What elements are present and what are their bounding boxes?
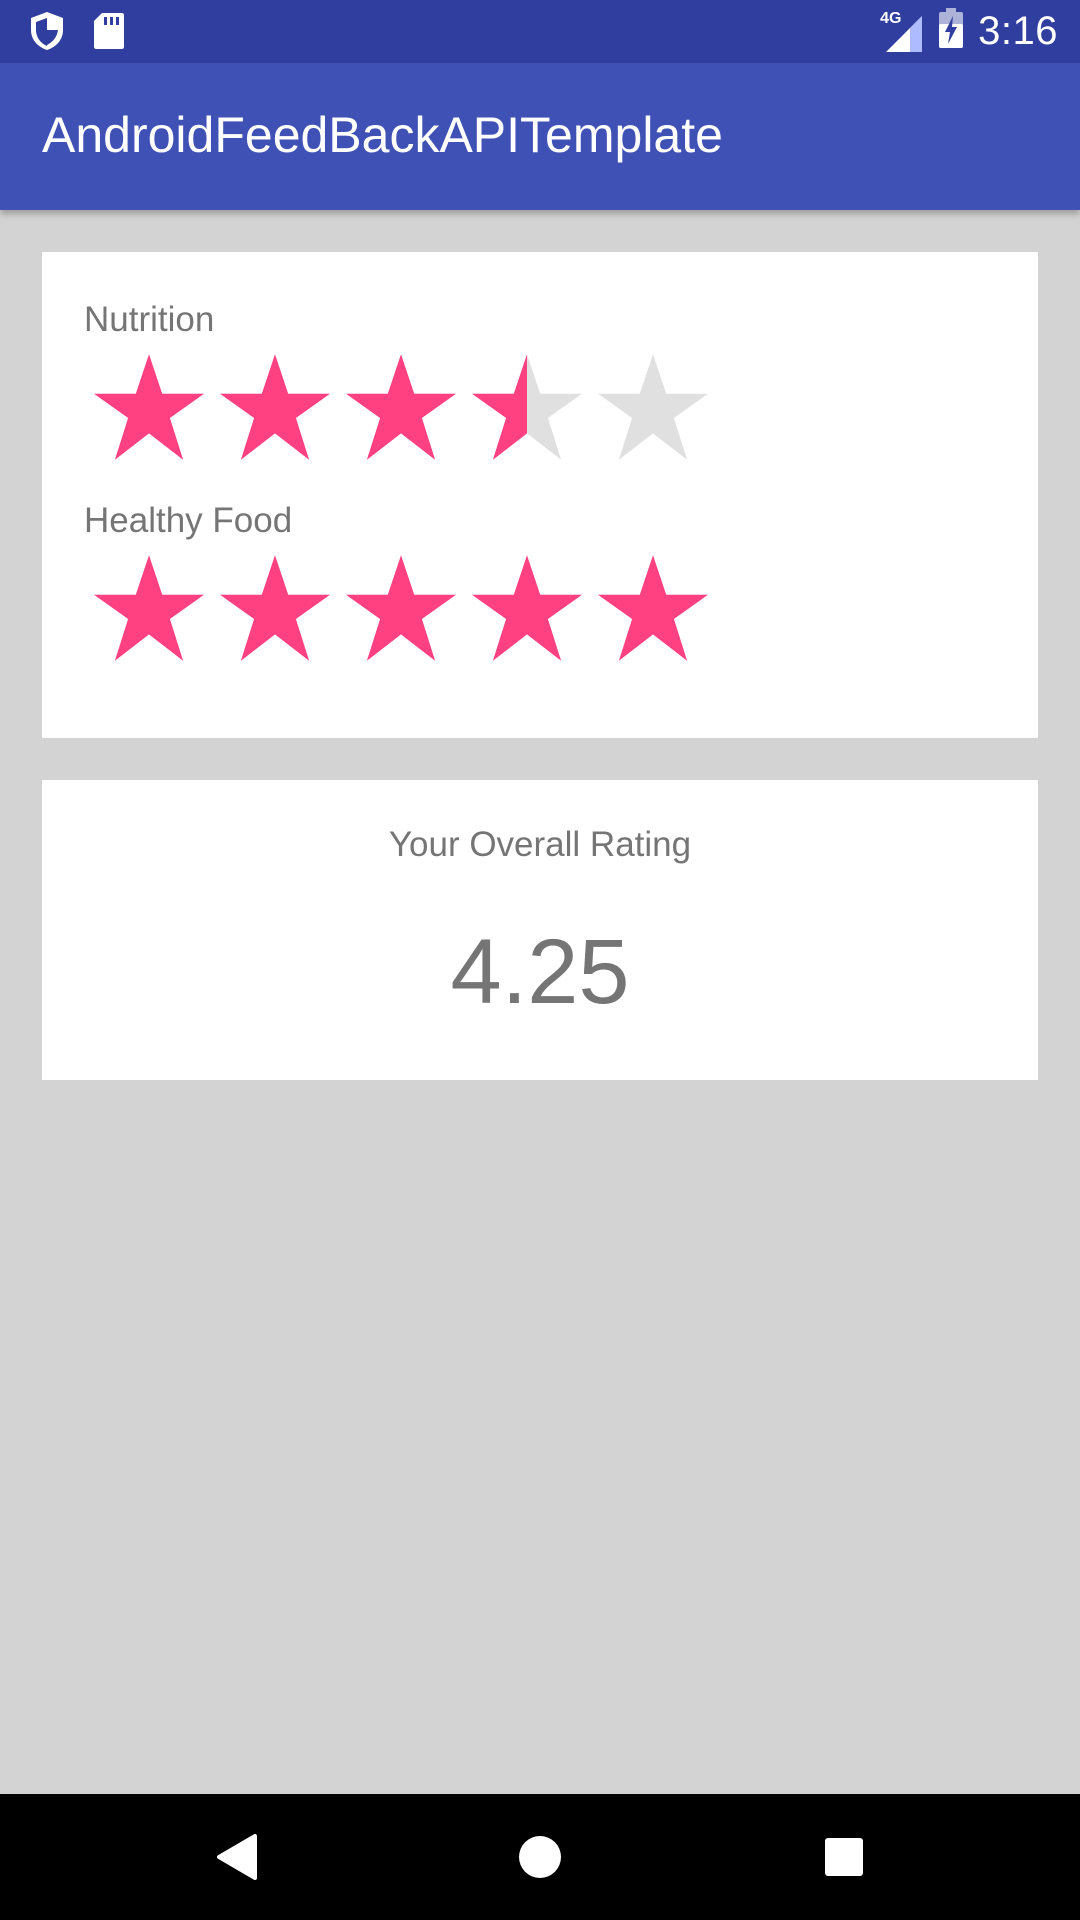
star-icon[interactable] [590,553,716,663]
star-icon[interactable] [212,553,338,663]
home-icon [519,1836,561,1878]
app-title: AndroidFeedBackAPITemplate [42,107,723,163]
app-bar: AndroidFeedBackAPITemplate [0,63,1080,210]
recents-icon [825,1838,863,1876]
overall-rating-value: 4.25 [450,921,630,1023]
home-button[interactable] [480,1794,600,1920]
rating-bar-nutrition[interactable] [86,352,716,462]
overall-rating-card: Your Overall Rating 4.25 [42,780,1038,1080]
back-button[interactable] [176,1794,296,1920]
sd-card-icon [92,11,126,56]
back-icon [217,1834,257,1880]
battery-charging-icon [938,8,964,55]
ratings-card: Nutrition Healthy Food [42,252,1038,738]
overall-rating-label: Your Overall Rating [388,825,692,864]
navigation-bar [0,1794,1080,1920]
status-time: 3:16 [978,9,1058,53]
rating-label-nutrition: Nutrition [84,300,215,339]
status-left-icons [28,10,126,57]
status-bar: 4G 3:16 [0,0,1080,63]
star-icon[interactable] [338,553,464,663]
star-icon[interactable] [464,553,590,663]
star-icon[interactable] [86,352,212,462]
star-icon[interactable] [590,352,716,462]
signal-icon: 4G [880,10,924,54]
recents-button[interactable] [784,1794,904,1920]
rating-bar-healthy-food[interactable] [86,553,716,663]
shield-icon [28,10,66,57]
rating-label-healthy-food: Healthy Food [84,501,293,540]
star-icon[interactable] [212,352,338,462]
status-right-icons: 4G 3:16 [880,8,1058,55]
star-icon[interactable] [86,553,212,663]
star-icon[interactable] [338,352,464,462]
star-icon[interactable] [464,352,590,462]
